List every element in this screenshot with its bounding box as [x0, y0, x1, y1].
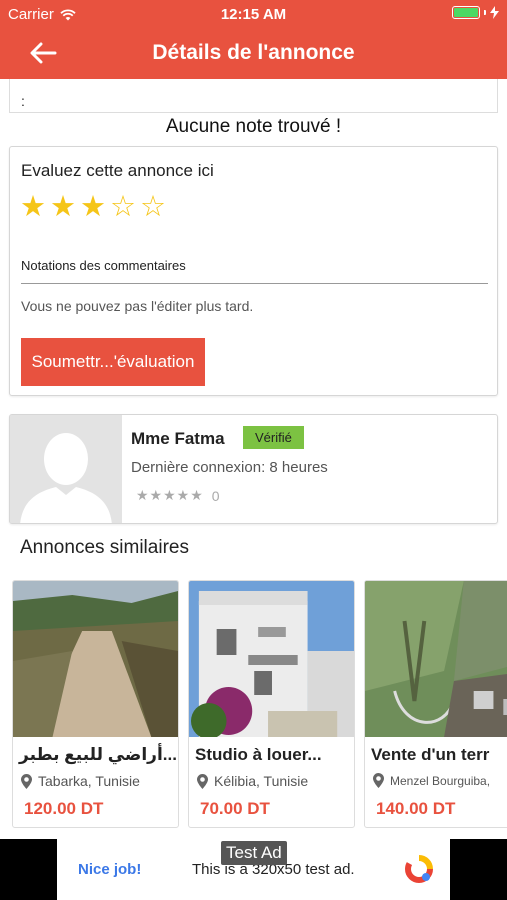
location-pin-icon	[373, 773, 384, 788]
app-header: Carrier 12:15 AM Détails de l'annonce	[0, 0, 507, 79]
edit-warning-text: Vous ne pouvez pas l'éditer plus tard.	[21, 298, 254, 314]
listing-price: 140.00 DT	[376, 799, 456, 818]
rating-form-card: Evaluez cette annonce ici ★ ★ ★ ☆ ☆ Nota…	[9, 146, 498, 396]
listing-location: Tabarka, Tunisie	[21, 773, 140, 789]
description-text: :	[21, 93, 25, 109]
listing-card[interactable]: Studio à louer... Kélibia, Tunisie 70.00…	[188, 580, 355, 828]
listing-location: Kélibia, Tunisie	[197, 773, 308, 789]
charging-icon	[490, 6, 499, 19]
star-filled-icon[interactable]: ★	[80, 191, 106, 223]
star-empty-icon[interactable]: ☆	[110, 191, 136, 223]
listing-location-text: Menzel Bourguiba,	[390, 773, 491, 788]
similar-listings-title: Annonces similaires	[20, 537, 189, 558]
listing-price: 70.00 DT	[200, 799, 270, 818]
comment-field-label: Notations des commentaires	[21, 258, 186, 273]
listing-title: Studio à louer...	[195, 745, 322, 764]
listing-price: 120.00 DT	[24, 799, 104, 818]
listing-card[interactable]: Vente d'un terr Menzel Bourguiba, 140.00…	[364, 580, 507, 828]
verified-badge: Vérifié	[243, 426, 304, 449]
navigation-bar: Détails de l'annonce	[0, 28, 507, 79]
avatar	[10, 415, 122, 523]
star-filled-icon[interactable]: ★	[20, 191, 46, 223]
ad-nice-link[interactable]: Nice job!	[78, 861, 141, 878]
location-pin-icon	[21, 773, 32, 789]
listing-location: Menzel Bourguiba,	[373, 773, 490, 788]
star-filled-icon[interactable]: ★	[50, 191, 76, 223]
seller-card[interactable]: Mme Fatma Vérifié Dernière connexion: 8 …	[9, 414, 498, 524]
test-ad-badge: Test Ad	[221, 841, 287, 865]
page-title: Détails de l'annonce	[152, 41, 355, 64]
listing-photo	[189, 581, 354, 737]
description-card: :	[9, 79, 498, 113]
status-time: 12:15 AM	[220, 6, 287, 23]
seller-name: Mme Fatma	[131, 429, 225, 448]
location-pin-icon	[197, 773, 208, 789]
star-empty-icon[interactable]: ☆	[140, 191, 166, 223]
status-bar: Carrier 12:15 AM	[0, 0, 507, 28]
listing-location-text: Kélibia, Tunisie	[214, 773, 309, 789]
listing-photo	[13, 581, 178, 737]
ad-logo-icon	[405, 855, 433, 883]
battery-icon	[452, 6, 499, 19]
no-rating-text: Aucune note trouvé !	[165, 116, 342, 137]
listing-title: أراضي للبيع بطبر...	[19, 745, 177, 764]
listing-location-text: Tabarka, Tunisie	[38, 773, 140, 789]
listing-card[interactable]: أراضي للبيع بطبر... Tabarka, Tunisie 120…	[12, 580, 179, 828]
listing-title: Vente d'un terr	[371, 745, 490, 764]
rating-form-title: Evaluez cette annonce ici	[21, 161, 214, 180]
seller-rating: ★★★★★ 0	[136, 487, 220, 504]
star-rating-input[interactable]: ★ ★ ★ ☆ ☆	[20, 191, 166, 223]
last-login-text: Dernière connexion: 8 heures	[131, 459, 328, 476]
submit-rating-button[interactable]: Soumettr...'évaluation	[21, 338, 205, 386]
seller-rating-stars-icon: ★★★★★	[136, 487, 204, 503]
listing-photo	[365, 581, 507, 737]
similar-listings-carousel[interactable]: أراضي للبيع بطبر... Tabarka, Tunisie 120…	[12, 580, 507, 828]
user-placeholder-icon	[10, 415, 122, 523]
comment-input[interactable]	[21, 283, 488, 284]
seller-rating-count: 0	[211, 487, 220, 504]
